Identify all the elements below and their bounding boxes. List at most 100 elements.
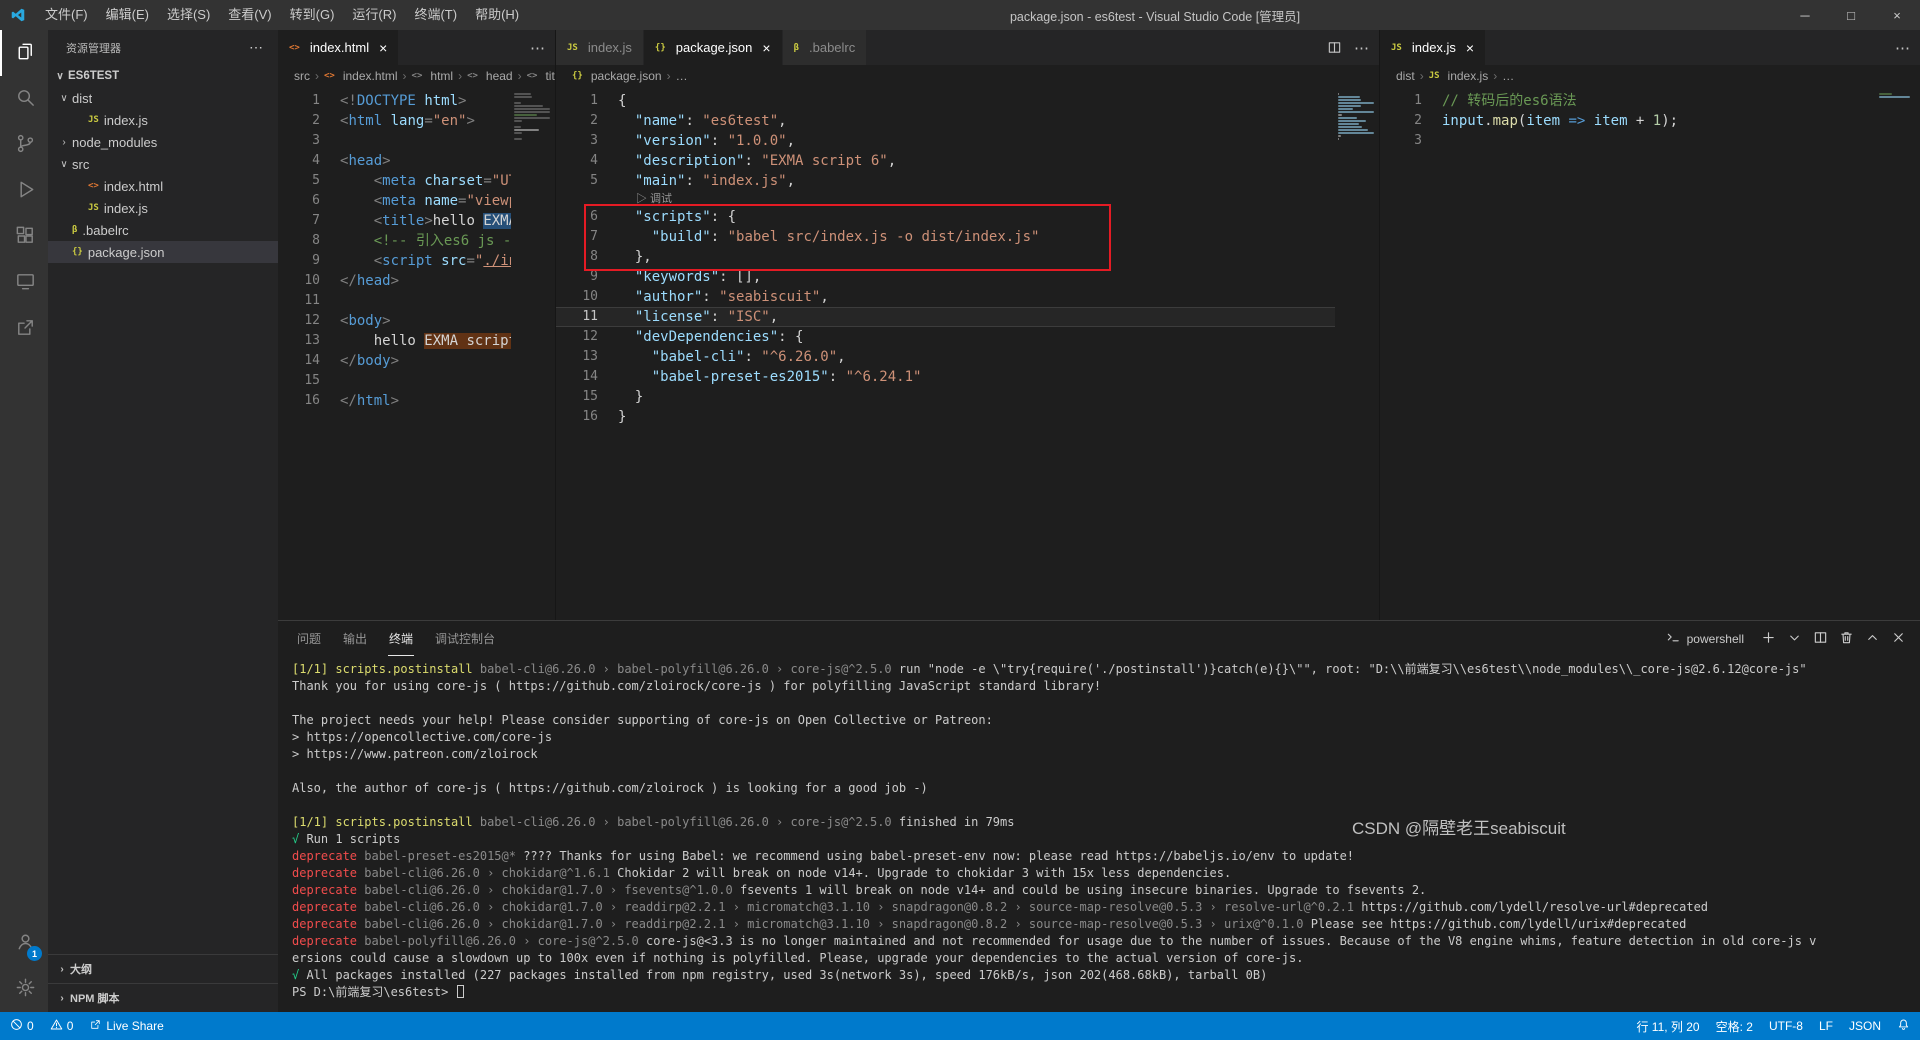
status-cursor-position[interactable]: 行 11, 列 20 xyxy=(1636,1018,1699,1035)
menu-文件-f-[interactable]: 文件(F) xyxy=(36,0,97,30)
menu-选择-s-[interactable]: 选择(S) xyxy=(158,0,219,30)
breadcrumb-item[interactable]: title xyxy=(545,69,555,83)
minimize-button[interactable]: ─ xyxy=(1782,0,1828,30)
code-line[interactable]: 8 <!-- 引入es6 js --> xyxy=(278,231,511,251)
code-line[interactable]: 6 <meta name="viewport" content="width=d… xyxy=(278,191,511,211)
code-line[interactable]: 13 hello EXMA script 6 xyxy=(278,331,511,351)
activity-explorer[interactable] xyxy=(0,30,48,76)
close-button[interactable]: × xyxy=(1874,0,1920,30)
status-live-share[interactable]: Live Share xyxy=(89,1018,164,1034)
split-editor-icon[interactable] xyxy=(1327,40,1342,55)
kill-terminal-icon[interactable] xyxy=(1839,630,1854,648)
code-line[interactable]: 16 </html> xyxy=(278,391,511,411)
code-line[interactable]: 1// 转码后的es6语法 xyxy=(1380,91,1876,111)
close-tab-icon[interactable]: × xyxy=(1466,40,1474,56)
tab-index-js[interactable]: JS index.js xyxy=(556,30,644,65)
breadcrumb-item[interactable]: dist xyxy=(1396,69,1415,83)
activity-extensions[interactable] xyxy=(0,214,48,260)
code-line[interactable]: 2 <html lang="en"> xyxy=(278,111,511,131)
status-notifications[interactable] xyxy=(1897,1018,1910,1034)
code-line[interactable]: 11 xyxy=(278,291,511,311)
activity-remote-explorer[interactable] xyxy=(0,260,48,306)
tree-item--babelrc[interactable]: β .babelrc xyxy=(48,219,278,241)
tree-item-index-html[interactable]: <> index.html xyxy=(48,175,278,197)
close-tab-icon[interactable]: × xyxy=(379,40,387,56)
outline-section[interactable]: › 大纲 xyxy=(48,954,278,983)
activity-run-and-debug[interactable] xyxy=(0,168,48,214)
activity-source-control[interactable] xyxy=(0,122,48,168)
code-line[interactable]: 6 "scripts": { xyxy=(556,207,1335,227)
code-line[interactable]: 11 "license": "ISC", xyxy=(556,307,1335,327)
explorer-more-actions-icon[interactable]: ⋯ xyxy=(249,39,264,56)
code-line[interactable]: 5 "main": "index.js", xyxy=(556,171,1335,191)
panel-tab-终端[interactable]: 终端 xyxy=(388,621,415,656)
breadcrumb-item[interactable]: package.json xyxy=(591,69,662,83)
code-line[interactable]: 8 }, xyxy=(556,247,1335,267)
more-actions-icon[interactable]: ⋯ xyxy=(530,39,545,57)
terminal-output[interactable]: [1/1] scripts.postinstall babel-cli@6.26… xyxy=(278,656,1920,1012)
code-line[interactable]: 9 <script src="./index.js"></script> xyxy=(278,251,511,271)
minimap[interactable] xyxy=(511,87,555,620)
breadcrumb-item[interactable]: src xyxy=(294,69,310,83)
tree-item-node-modules[interactable]: › node_modules xyxy=(48,131,278,153)
code-line[interactable]: 2 "name": "es6test", xyxy=(556,111,1335,131)
code-line[interactable]: 10 </head> xyxy=(278,271,511,291)
tree-item-dist[interactable]: ∨ dist xyxy=(48,87,278,109)
menu-运行-r-[interactable]: 运行(R) xyxy=(343,0,405,30)
code-line[interactable]: 5 <meta charset="UTF-8"> xyxy=(278,171,511,191)
activity-settings[interactable] xyxy=(0,966,48,1012)
menu-查看-v-[interactable]: 查看(V) xyxy=(219,0,280,30)
code-line[interactable]: 1 <!DOCTYPE html> xyxy=(278,91,511,111)
code-line[interactable]: 3 xyxy=(278,131,511,151)
code-line[interactable]: 7 "build": "babel src/index.js -o dist/i… xyxy=(556,227,1335,247)
status-language-mode[interactable]: JSON xyxy=(1849,1019,1881,1033)
status-indentation[interactable]: 空格: 2 xyxy=(1716,1018,1753,1035)
code-line[interactable]: 13 "babel-cli": "^6.26.0", xyxy=(556,347,1335,367)
breadcrumb-item[interactable]: index.js xyxy=(1448,69,1489,83)
status-encoding[interactable]: UTF-8 xyxy=(1769,1019,1803,1033)
tab-package-json[interactable]: {} package.json × xyxy=(643,30,783,65)
breadcrumb-item[interactable]: head xyxy=(486,69,513,83)
activity-live-share[interactable] xyxy=(0,306,48,352)
code-line[interactable]: 3 "version": "1.0.0", xyxy=(556,131,1335,151)
menu-终端-t-[interactable]: 终端(T) xyxy=(405,0,466,30)
code-line[interactable]: 15 } xyxy=(556,387,1335,407)
tree-item-index-js[interactable]: JS index.js xyxy=(48,109,278,131)
code-line[interactable]: 7 <title>hello EXMA script 6</title> xyxy=(278,211,511,231)
tree-root-es6test[interactable]: ∨ ES6TEST xyxy=(48,65,278,87)
minimap[interactable] xyxy=(1335,87,1379,620)
status-problems-warnings[interactable]: 0 xyxy=(50,1018,73,1034)
maximize-panel-icon[interactable] xyxy=(1865,630,1880,648)
minimap[interactable] xyxy=(1876,87,1920,620)
code-line[interactable]: 14 </body> xyxy=(278,351,511,371)
split-terminal-icon[interactable] xyxy=(1813,630,1828,648)
close-panel-icon[interactable] xyxy=(1891,630,1906,648)
code-line[interactable]: 4 <head> xyxy=(278,151,511,171)
tree-item-index-js[interactable]: JS index.js xyxy=(48,197,278,219)
code-editor[interactable]: 1// 转码后的es6语法 2 input.map(item => item + 1… xyxy=(1380,87,1920,620)
tab--babelrc[interactable]: β .babelrc xyxy=(782,30,868,65)
code-editor[interactable]: 1{2 "name": "es6test", 3 "version": "1.0.… xyxy=(556,87,1379,620)
menu-转到-g-[interactable]: 转到(G) xyxy=(281,0,344,30)
npm-scripts-section[interactable]: › NPM 脚本 xyxy=(48,983,278,1012)
maximize-button[interactable]: □ xyxy=(1828,0,1874,30)
status-problems-errors[interactable]: 0 xyxy=(10,1018,34,1034)
panel-tab-问题[interactable]: 问题 xyxy=(296,621,322,656)
code-editor[interactable]: 1 <!DOCTYPE html> 2 <html lang="en"> 3 4 <head… xyxy=(278,87,555,620)
code-line[interactable]: 12 "devDependencies": { xyxy=(556,327,1335,347)
code-line[interactable]: 16} xyxy=(556,407,1335,427)
menu-帮助-h-[interactable]: 帮助(H) xyxy=(466,0,528,30)
code-line[interactable]: 1{ xyxy=(556,91,1335,111)
code-line[interactable]: 2 input.map(item => item + 1); xyxy=(1380,111,1876,131)
menu-编辑-e-[interactable]: 编辑(E) xyxy=(97,0,158,30)
code-line[interactable]: 12 <body> xyxy=(278,311,511,331)
tree-item-package-json[interactable]: {} package.json xyxy=(48,241,278,263)
codelens-debug[interactable]: ▷ 调试 xyxy=(556,191,1335,207)
breadcrumb-item[interactable]: html xyxy=(430,69,453,83)
tab-index-html[interactable]: <> index.html × xyxy=(278,30,400,65)
code-line[interactable]: 3 xyxy=(1380,131,1876,151)
panel-tab-输出[interactable]: 输出 xyxy=(342,621,368,656)
more-actions-icon[interactable]: ⋯ xyxy=(1895,39,1910,57)
tab-index-js[interactable]: JS index.js × xyxy=(1380,30,1487,65)
activity-search[interactable] xyxy=(0,76,48,122)
